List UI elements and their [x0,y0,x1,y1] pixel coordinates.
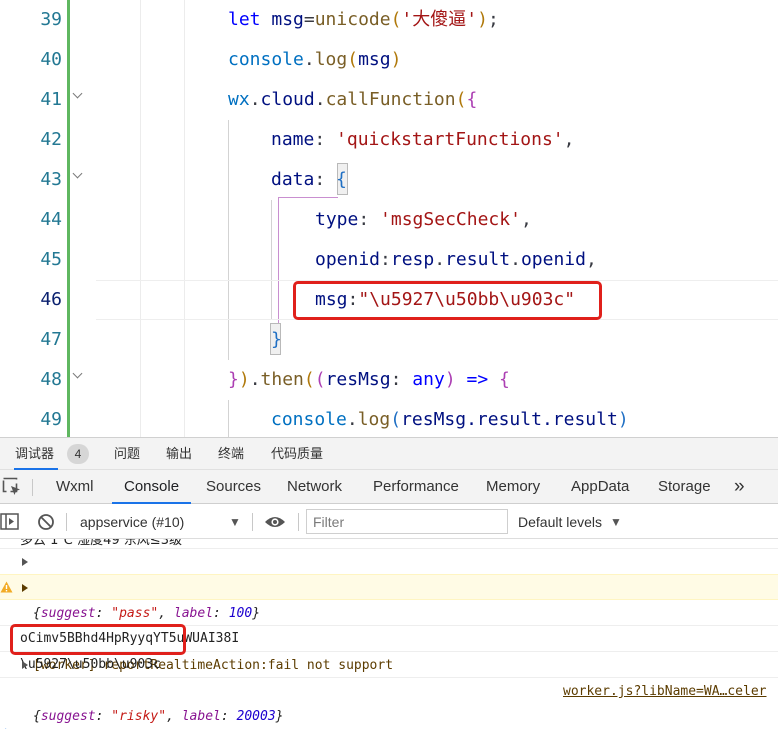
line-number: 44 [40,209,62,230]
debugger-count-badge: 4 [67,444,89,464]
more-tabs-icon[interactable]: » [734,470,745,504]
tab-network[interactable]: Network [287,470,342,504]
inspect-element-icon[interactable] [2,477,22,497]
console-message-openid: oCimv5BBhd4HpRyyqYT5uWUAI38I [0,600,778,646]
line-number: 43 [40,169,62,190]
clear-console-icon[interactable] [37,513,55,531]
filter-input[interactable] [306,509,508,534]
tab-separator [32,479,33,496]
fold-chevron-icon[interactable] [73,370,83,380]
tab-memory[interactable]: Memory [486,470,540,504]
code-text: wx.cloud.callFunction({ [228,89,478,110]
prompt-chevron-icon: › [2,714,12,729]
devtools-panel: 调试器 4 问题 输出 终端 代码质量 Wxml Console Sources… [0,437,778,729]
tab-wxml[interactable]: Wxml [56,470,94,504]
highlight-box [10,624,186,655]
code-text: console.log(msg) [228,49,402,70]
console-warning: [worker] reportRealtimeAction:fail not s… [0,574,778,699]
code-line-47: 47 } [0,320,778,360]
code-line-42: 42 name: 'quickstartFunctions', [0,120,778,160]
code-line-49: 49 console.log(resMsg.result.result) [0,400,778,437]
console-toolbar: appservice (#10) ▼ Default levels ▼ [0,505,778,539]
warning-icon [0,581,13,593]
devtools-top-tabs: 调试器 4 问题 输出 终端 代码质量 [0,438,778,470]
toolbar-separator [298,513,299,531]
console-object-pass[interactable]: {suggest: "pass", label: 100} [0,548,778,621]
code-line-44: 44 type: 'msgSecCheck', [0,200,778,240]
line-number: 39 [40,9,62,30]
line-number: 46 [40,289,62,310]
chevron-down-icon[interactable]: ▼ [229,505,241,539]
line-number: 40 [40,49,62,70]
code-line-45: 45 openid:resp.result.openid, [0,240,778,280]
line-number: 49 [40,409,62,430]
code-text: openid:resp.result.openid, [315,249,597,270]
tab-appdata[interactable]: AppData [571,470,629,504]
log-levels-dropdown[interactable]: Default levels [518,505,602,539]
line-number: 48 [40,369,62,390]
tab-terminal[interactable]: 终端 [218,438,244,470]
line-number: 47 [40,329,62,350]
tab-debugger[interactable]: 调试器 [15,438,54,470]
code-text: name: 'quickstartFunctions', [271,129,575,150]
eye-icon[interactable] [264,514,286,530]
tab-storage[interactable]: Storage [658,470,711,504]
expand-arrow-icon[interactable] [22,558,28,566]
console-message-weather: 多云 1℃ 湿度49 东风≤3级 [20,539,182,548]
code-editor[interactable]: 39 let msg=unicode('大傻逼'); 40 console.lo… [0,0,778,437]
tab-code-quality[interactable]: 代码质量 [271,438,323,470]
line-number: 42 [40,129,62,150]
tab-issues[interactable]: 问题 [114,438,140,470]
line-number: 45 [40,249,62,270]
line-number: 41 [40,89,62,110]
tab-performance[interactable]: Performance [373,470,459,504]
console-output: 多云 1℃ 湿度49 东风≤3级 {suggest: "pass", label… [0,539,778,729]
code-text: console.log(resMsg.result.result) [271,409,629,430]
sidebar-toggle-icon[interactable] [0,513,20,531]
chevron-down-icon[interactable]: ▼ [610,505,622,539]
code-line-48: 48 }).then((resMsg: any) => { [0,360,778,400]
highlight-box [293,281,602,320]
code-line-40: 40 console.log(msg) [0,40,778,80]
panel-tabs: Wxml Console Sources Network Performance… [0,470,778,504]
console-object-risky[interactable]: {suggest: "risky", label: 20003} [0,652,778,724]
context-selector[interactable]: appservice (#10) [80,505,184,539]
expand-arrow-icon[interactable] [22,661,28,669]
toolbar-separator [66,513,67,531]
console-prompt[interactable]: › [0,678,778,729]
toolbar-separator [252,513,253,531]
code-text: let msg=unicode('大傻逼'); [228,9,499,30]
code-line-39: 39 let msg=unicode('大傻逼'); [0,0,778,40]
fold-chevron-icon[interactable] [73,90,83,100]
code-text: } [271,329,282,350]
code-text: type: 'msgSecCheck', [315,209,532,230]
tab-console[interactable]: Console [112,470,192,504]
code-text: }).then((resMsg: any) => { [228,369,510,390]
code-line-41: 41 wx.cloud.callFunction({ [0,80,778,120]
code-text: data: { [271,169,347,190]
fold-chevron-icon[interactable] [73,170,83,180]
tab-output[interactable]: 输出 [166,438,192,470]
tab-sources[interactable]: Sources [206,470,261,504]
code-line-43: 43 data: { [0,160,778,200]
expand-arrow-icon[interactable] [22,584,28,592]
